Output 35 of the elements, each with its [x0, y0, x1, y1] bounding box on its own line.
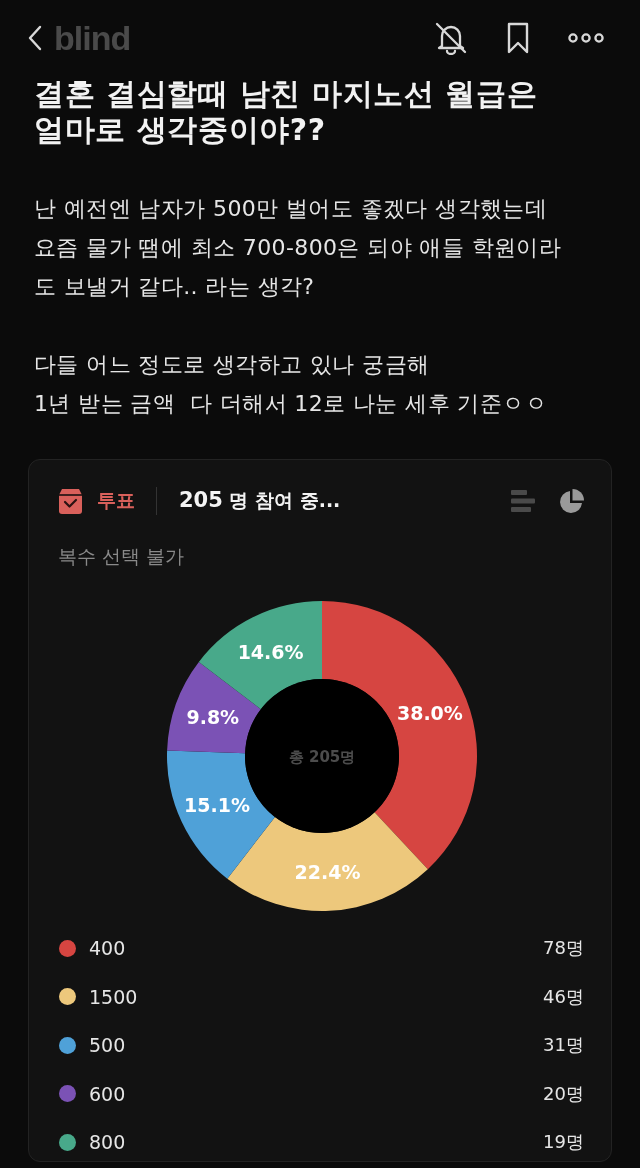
post-title: 결혼 결심할때 남친 마지노선 월급은 얼마로 생각중이야?? — [34, 76, 539, 148]
slice-label: 22.4% — [294, 860, 361, 883]
more-icon — [568, 32, 604, 44]
back-icon — [28, 25, 42, 51]
slice-label: 15.1% — [184, 794, 250, 817]
pie-chart-icon — [559, 488, 584, 514]
slice-label: 9.8% — [186, 705, 240, 728]
bell-off-icon — [434, 21, 468, 55]
option-label: 800 — [89, 1131, 126, 1154]
bookmark-button[interactable] — [506, 22, 530, 54]
bookmark-icon — [506, 22, 530, 54]
slice-label: 14.6% — [237, 641, 304, 663]
pie-view-button[interactable] — [559, 488, 584, 514]
slice-label: 38.0% — [396, 702, 463, 725]
app-logo: blind — [54, 20, 131, 56]
bar-list-icon — [511, 490, 535, 512]
option-label: 600 — [89, 1082, 126, 1105]
option-count: 31명 — [543, 1033, 584, 1058]
option-label: 500 — [89, 1034, 126, 1057]
option-count: 46명 — [543, 984, 584, 1009]
post-paragraph: 난 예전엔 남자가 500만 벌어도 좋겠다 생각했는데 요즘 물가 땜에 최소 700-800은 되야 애들 학원이라 도 보낼거 같다.. 라는 생각? — [34, 195, 563, 301]
poll-rule: 복수 선택 불가 — [58, 544, 186, 569]
participants-count: 205 명 참여 중... — [179, 488, 341, 514]
more-button[interactable] — [568, 32, 604, 44]
notification-off-button[interactable] — [434, 21, 468, 55]
post-paragraph: 다들 어느 정도로 생각하고 있나 궁금해 1년 받는 금액 다 더해서 12로 나눈 세후 기준ㅇㅇ — [34, 351, 548, 418]
option-label: 1500 — [89, 985, 138, 1008]
poll-tag: 투표 — [97, 488, 135, 514]
option-count: 78명 — [543, 936, 584, 961]
ballot-box-icon — [58, 488, 83, 514]
option-count: 19명 — [543, 1130, 584, 1155]
option-label: 400 — [89, 937, 126, 960]
option-count: 20명 — [543, 1081, 584, 1106]
back-button[interactable] — [28, 25, 42, 51]
total-label: 총 205명 — [288, 748, 356, 766]
